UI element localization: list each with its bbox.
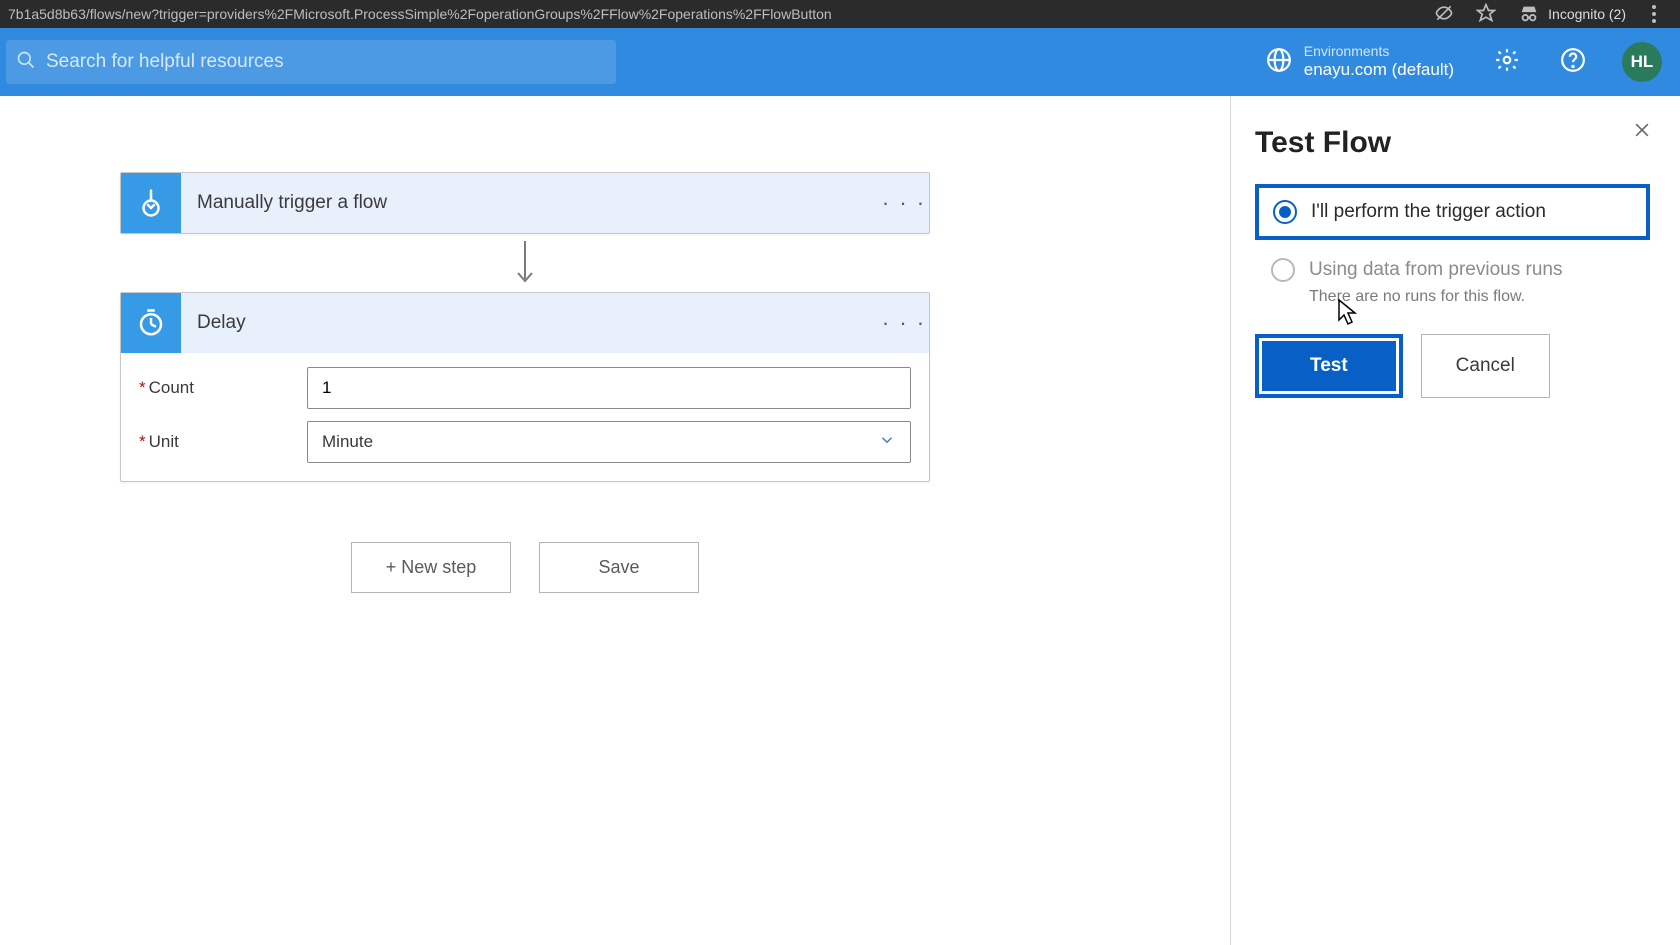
trigger-card[interactable]: Manually trigger a flow · · · [120,172,930,234]
no-runs-note: There are no runs for this flow. [1255,288,1650,306]
pause-tracking-icon[interactable] [1434,3,1454,26]
test-flow-panel: Test Flow I'll perform the trigger actio… [1230,96,1680,945]
count-input[interactable] [307,367,911,409]
count-label: *Count [139,378,307,398]
delay-card: Delay · · · *Count *Unit Minute [120,292,930,482]
avatar[interactable]: HL [1622,42,1662,82]
search-box[interactable] [6,40,616,84]
save-button[interactable]: Save [539,542,699,593]
help-icon[interactable] [1560,47,1586,78]
settings-icon[interactable] [1494,47,1520,78]
connector-arrow [120,234,930,292]
radio-previous-label: Using data from previous runs [1309,259,1562,281]
environment-value: enayu.com (default) [1304,60,1454,80]
bookmark-icon[interactable] [1476,3,1496,26]
app-header: Environments enayu.com (default) HL [0,28,1680,96]
unit-value: Minute [322,432,373,452]
browser-url: 7b1a5d8b63/flows/new?trigger=providers%2… [8,6,1434,22]
count-input-field[interactable] [322,378,896,398]
unit-select[interactable]: Minute [307,421,911,463]
unit-label: *Unit [139,432,307,452]
trigger-icon [121,173,181,233]
delay-title: Delay [181,312,879,334]
radio-perform-trigger[interactable]: I'll perform the trigger action [1255,184,1650,240]
environment-icon [1266,47,1292,78]
delay-menu-icon[interactable]: · · · [879,310,929,336]
flow-canvas: Manually trigger a flow · · · Delay · · … [0,96,1230,945]
delay-icon [121,293,181,353]
radio-unselected-icon [1271,258,1295,282]
trigger-menu-icon[interactable]: · · · [879,190,929,216]
browser-chrome: 7b1a5d8b63/flows/new?trigger=providers%2… [0,0,1680,28]
radio-previous-runs: Using data from previous runs [1255,240,1650,286]
delay-card-header[interactable]: Delay · · · [121,293,929,353]
close-icon[interactable] [1632,120,1652,145]
radio-selected-icon [1273,200,1297,224]
environment-label: Environments [1304,43,1454,60]
environment-picker[interactable]: Environments enayu.com (default) [1266,43,1454,80]
trigger-title: Manually trigger a flow [181,192,879,214]
cancel-button[interactable]: Cancel [1421,334,1550,398]
panel-title: Test Flow [1255,126,1650,160]
incognito-label: Incognito (2) [1548,6,1626,22]
new-step-button[interactable]: + New step [351,542,511,593]
chevron-down-icon [878,431,896,454]
test-button[interactable]: Test [1259,338,1399,394]
search-icon [16,50,36,75]
search-input[interactable] [36,51,606,73]
radio-perform-label: I'll perform the trigger action [1311,201,1546,223]
browser-menu-icon[interactable] [1648,1,1660,27]
incognito-indicator: Incognito (2) [1518,3,1626,25]
